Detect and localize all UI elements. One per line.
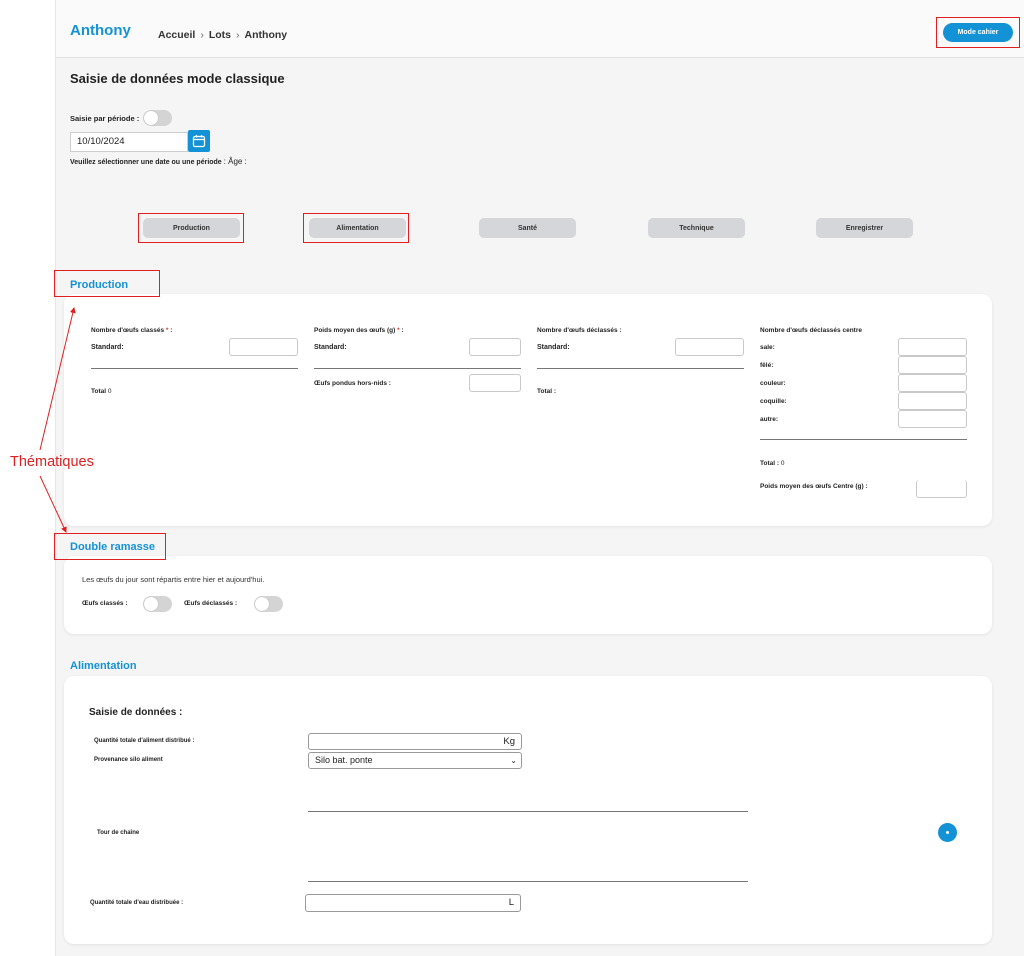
annotation-arrows xyxy=(39,307,76,533)
annotation-thematiques: Thématiques xyxy=(10,454,94,470)
